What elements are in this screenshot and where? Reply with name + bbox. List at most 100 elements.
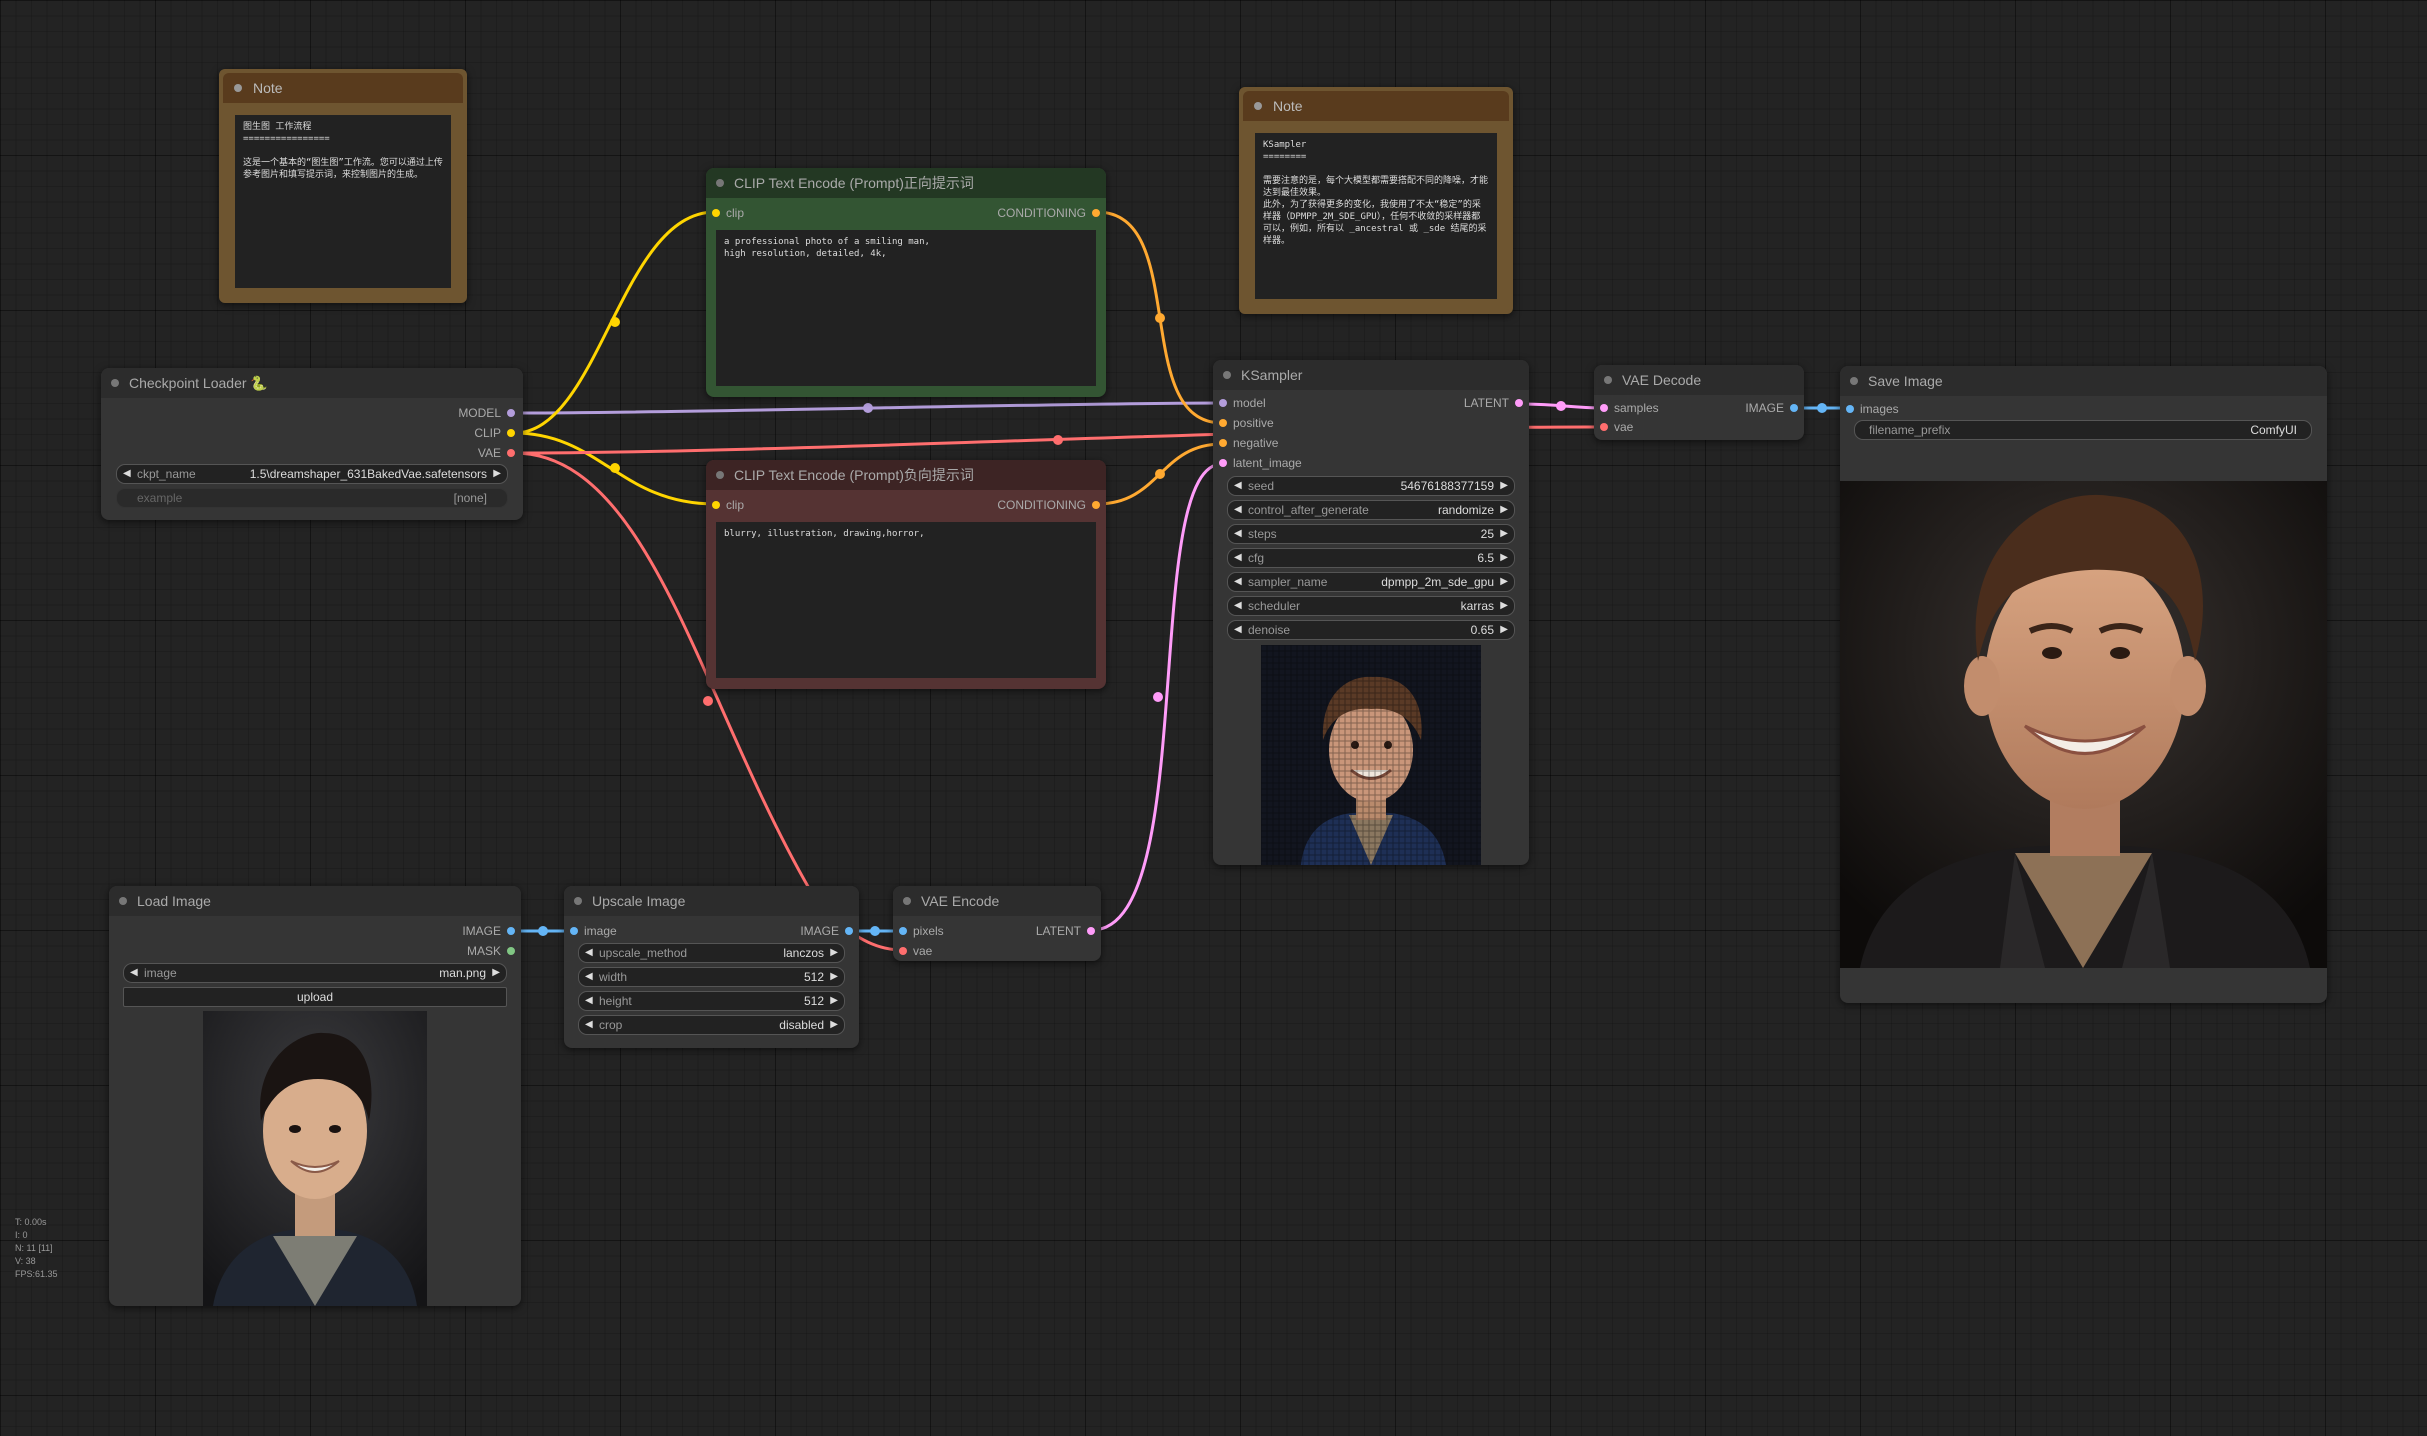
scheduler-widget[interactable]: ◀ scheduler karras ▶	[1227, 596, 1515, 616]
vae-pin-icon[interactable]	[1600, 423, 1608, 431]
node-vae-decode[interactable]: VAE Decode samples vae IMAGE	[1594, 365, 1804, 440]
cfg-widget[interactable]: ◀ cfg 6.5 ▶	[1227, 548, 1515, 568]
output-mask[interactable]: MASK	[467, 943, 515, 959]
output-model[interactable]: MODEL	[458, 405, 515, 421]
arrow-right-icon[interactable]: ▶	[1500, 501, 1508, 519]
arrow-left-icon[interactable]: ◀	[1234, 597, 1242, 615]
node-vae-encode[interactable]: VAE Encode pixels vae LATENT	[893, 886, 1101, 961]
collapse-dot-icon[interactable]	[903, 897, 911, 905]
arrow-left-icon[interactable]: ◀	[585, 1016, 593, 1034]
upscale-method-widget[interactable]: ◀ upscale_method lanczos ▶	[578, 943, 845, 963]
filename-prefix-input[interactable]: filename_prefix ComfyUI	[1854, 420, 2312, 440]
arrow-left-icon[interactable]: ◀	[1234, 621, 1242, 639]
arrow-left-icon[interactable]: ◀	[123, 465, 131, 483]
collapse-dot-icon[interactable]	[716, 471, 724, 479]
steps-widget[interactable]: ◀ steps 25 ▶	[1227, 524, 1515, 544]
crop-widget[interactable]: ◀ crop disabled ▶	[578, 1015, 845, 1035]
note-workflow[interactable]: Note 图生图 工作流程 ================ 这是一个基本的“图…	[219, 69, 467, 303]
image-pin-icon[interactable]	[507, 927, 515, 935]
collapse-dot-icon[interactable]	[1254, 102, 1262, 110]
negative-pin-icon[interactable]	[1219, 439, 1227, 447]
positive-pin-icon[interactable]	[1219, 419, 1227, 427]
note-ksampler[interactable]: Note KSampler ======== 需要注意的是，每个大模型都需要搭配…	[1239, 87, 1513, 314]
vae-pin-icon[interactable]	[899, 947, 907, 955]
input-clip[interactable]: clip	[712, 205, 744, 221]
arrow-left-icon[interactable]: ◀	[1234, 477, 1242, 495]
input-pixels[interactable]: pixels	[899, 923, 944, 939]
collapse-dot-icon[interactable]	[119, 897, 127, 905]
note-title[interactable]: Note	[223, 73, 463, 103]
model-pin-icon[interactable]	[1219, 399, 1227, 407]
node-title[interactable]: Checkpoint Loader 🐍	[101, 368, 523, 398]
latent-pin-icon[interactable]	[1087, 927, 1095, 935]
output-image[interactable]: IMAGE	[462, 923, 515, 939]
collapse-dot-icon[interactable]	[1850, 377, 1858, 385]
collapse-dot-icon[interactable]	[111, 379, 119, 387]
denoise-widget[interactable]: ◀ denoise 0.65 ▶	[1227, 620, 1515, 640]
arrow-left-icon[interactable]: ◀	[585, 944, 593, 962]
collapse-dot-icon[interactable]	[716, 179, 724, 187]
negative-prompt-textarea[interactable]: blurry, illustration, drawing,horror,	[716, 522, 1096, 678]
node-clip-text-negative[interactable]: CLIP Text Encode (Prompt)负向提示词 clip COND…	[706, 460, 1106, 689]
node-title[interactable]: KSampler	[1213, 360, 1529, 390]
control-after-generate-widget[interactable]: ◀ control_after_generate randomize ▶	[1227, 500, 1515, 520]
mask-pin-icon[interactable]	[507, 947, 515, 955]
arrow-right-icon[interactable]: ▶	[492, 964, 500, 982]
node-title[interactable]: Upscale Image	[564, 886, 859, 916]
input-negative[interactable]: negative	[1219, 435, 1278, 451]
arrow-right-icon[interactable]: ▶	[830, 1016, 838, 1034]
arrow-right-icon[interactable]: ▶	[1500, 477, 1508, 495]
arrow-left-icon[interactable]: ◀	[1234, 525, 1242, 543]
arrow-left-icon[interactable]: ◀	[130, 964, 138, 982]
sampler-name-widget[interactable]: ◀ sampler_name dpmpp_2m_sde_gpu ▶	[1227, 572, 1515, 592]
output-conditioning[interactable]: CONDITIONING	[997, 497, 1100, 513]
width-widget[interactable]: ◀ width 512 ▶	[578, 967, 845, 987]
arrow-left-icon[interactable]: ◀	[1234, 573, 1242, 591]
image-pin-icon[interactable]	[845, 927, 853, 935]
input-clip[interactable]: clip	[712, 497, 744, 513]
node-title[interactable]: CLIP Text Encode (Prompt)正向提示词	[706, 168, 1106, 198]
clip-pin-icon[interactable]	[712, 209, 720, 217]
image-pin-icon[interactable]	[1846, 405, 1854, 413]
seed-widget[interactable]: ◀ seed 54676188377159 ▶	[1227, 476, 1515, 496]
image-pin-icon[interactable]	[1790, 404, 1798, 412]
input-latent-image[interactable]: latent_image	[1219, 455, 1302, 471]
arrow-right-icon[interactable]: ▶	[1500, 525, 1508, 543]
arrow-right-icon[interactable]: ▶	[1500, 573, 1508, 591]
input-positive[interactable]: positive	[1219, 415, 1274, 431]
clip-pin-icon[interactable]	[507, 429, 515, 437]
vae-pin-icon[interactable]	[507, 449, 515, 457]
latent-pin-icon[interactable]	[1515, 399, 1523, 407]
conditioning-pin-icon[interactable]	[1092, 209, 1100, 217]
height-widget[interactable]: ◀ height 512 ▶	[578, 991, 845, 1011]
note-title[interactable]: Note	[1243, 91, 1509, 121]
node-title[interactable]: CLIP Text Encode (Prompt)负向提示词	[706, 460, 1106, 490]
input-vae[interactable]: vae	[1600, 419, 1633, 435]
node-clip-text-positive[interactable]: CLIP Text Encode (Prompt)正向提示词 clip COND…	[706, 168, 1106, 397]
ckpt-name-combo[interactable]: ◀ ckpt_name 1.5\dreamshaper_631BakedVae.…	[116, 464, 508, 484]
collapse-dot-icon[interactable]	[1604, 376, 1612, 384]
conditioning-pin-icon[interactable]	[1092, 501, 1100, 509]
arrow-left-icon[interactable]: ◀	[585, 968, 593, 986]
input-samples[interactable]: samples	[1600, 400, 1659, 416]
node-upscale-image[interactable]: Upscale Image image IMAGE ◀ upscale_metho…	[564, 886, 859, 1048]
arrow-left-icon[interactable]: ◀	[585, 992, 593, 1010]
node-checkpoint-loader[interactable]: Checkpoint Loader 🐍 MODEL CLIP VAE ◀ ckp…	[101, 368, 523, 520]
collapse-dot-icon[interactable]	[234, 84, 242, 92]
output-image[interactable]: IMAGE	[800, 923, 853, 939]
input-images[interactable]: images	[1846, 401, 1899, 417]
arrow-right-icon[interactable]: ▶	[830, 968, 838, 986]
output-image[interactable]: IMAGE	[1745, 400, 1798, 416]
output-vae[interactable]: VAE	[478, 445, 515, 461]
node-title[interactable]: Load Image	[109, 886, 521, 916]
collapse-dot-icon[interactable]	[1223, 371, 1231, 379]
example-widget[interactable]: example [none]	[116, 488, 508, 508]
output-clip[interactable]: CLIP	[474, 425, 515, 441]
output-latent[interactable]: LATENT	[1464, 395, 1523, 411]
input-model[interactable]: model	[1219, 395, 1266, 411]
arrow-left-icon[interactable]: ◀	[1234, 501, 1242, 519]
image-pin-icon[interactable]	[570, 927, 578, 935]
node-title[interactable]: VAE Encode	[893, 886, 1101, 916]
arrow-right-icon[interactable]: ▶	[1500, 597, 1508, 615]
note-text[interactable]: 图生图 工作流程 ================ 这是一个基本的“图生图”工作…	[235, 115, 451, 288]
